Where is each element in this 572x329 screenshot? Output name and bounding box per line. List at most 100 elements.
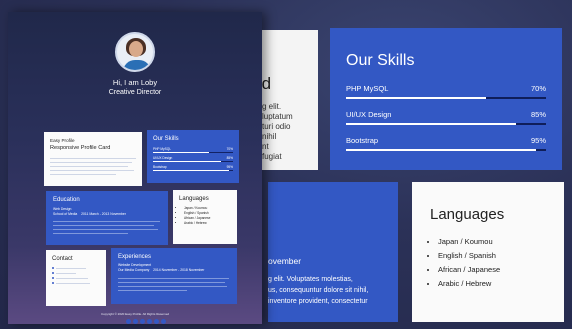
avatar <box>115 32 155 72</box>
footer-copyright: Copyright © 2020 Easy Profile. All Right… <box>100 312 170 316</box>
text-line <box>118 290 187 291</box>
mini-skill-row: Bootstrap 95% <box>153 165 233 174</box>
mini-skill-label: PHP MySQL <box>153 147 172 151</box>
text-line <box>50 162 132 163</box>
language-item: African / Japanese <box>438 265 546 274</box>
mini-languages-list: Japan / Koumou English / Spanish African… <box>179 206 231 226</box>
mini-education-card: Education Web Design School of Media 201… <box>46 191 168 245</box>
mini-skills-card: Our Skills PHP MySQL 70% UI/UX Design 85… <box>147 130 239 183</box>
text-line <box>53 221 160 222</box>
text-line <box>56 267 86 269</box>
education-text-fragment: g elit. Voluptates molestias, us, conseq… <box>268 276 369 305</box>
mini-experiences-title: Experiences <box>118 254 152 260</box>
easy-profile-card: Easy Profile Responsive Profile Card <box>44 132 142 186</box>
github-icon[interactable] <box>161 319 166 324</box>
text-line <box>53 225 154 226</box>
skill-label: UI/UX Design <box>346 110 392 119</box>
dribbble-icon[interactable] <box>154 319 159 324</box>
mini-languages-card: Languages Japan / Koumou English / Spani… <box>173 190 237 244</box>
languages-card-large: Languages Japan / Koumou English / Spani… <box>412 182 564 322</box>
avatar-face <box>129 41 143 57</box>
languages-list: Japan / Koumou English / Spanish African… <box>430 237 546 288</box>
mini-skill-percent: 70% <box>226 147 233 151</box>
education-card-large: ovember g elit. Voluptates molestias, us… <box>268 182 398 322</box>
skill-label: PHP MySQL <box>346 84 389 93</box>
avatar-body <box>123 60 151 70</box>
location-icon <box>52 272 54 275</box>
mini-experiences-meta: Our Media Company 2014 November - 2018 N… <box>118 268 230 273</box>
mini-skill-row: UI/UX Design 85% <box>153 156 233 165</box>
profile-role: Creative Director <box>108 89 162 96</box>
contact-row <box>52 281 100 286</box>
skill-label: Bootstrap <box>346 136 379 145</box>
text-line <box>53 229 158 230</box>
mini-education-dates: 2011 March - 2013 November <box>81 212 126 216</box>
skill-row: PHP MySQL 70% <box>346 84 546 106</box>
skill-row: UI/UX Design 85% <box>346 110 546 132</box>
text-line <box>118 278 229 279</box>
mail-icon <box>52 277 54 280</box>
skill-percent: 70% <box>530 84 546 93</box>
mini-skill-row: PHP MySQL 70% <box>153 147 233 156</box>
mini-experiences-company: Our Media Company <box>118 268 150 272</box>
globe-icon <box>52 282 54 285</box>
screenshot-stage: rd g elit. luptatum turi odio nihil nt f… <box>0 0 572 329</box>
skill-row: Bootstrap 95% <box>346 136 546 158</box>
mini-education-school: School of Media <box>53 212 78 216</box>
text-line <box>56 272 76 274</box>
easy-profile-title: Responsive Profile Card <box>50 145 111 151</box>
mini-skill-fill <box>153 161 221 162</box>
skill-fill <box>346 149 536 151</box>
skill-percent: 95% <box>530 136 546 145</box>
language-item: Arabic / Hebrew <box>438 279 546 288</box>
twitter-icon[interactable] <box>133 319 138 324</box>
mini-skill-percent: 85% <box>226 156 233 160</box>
mini-skills-title: Our Skills <box>153 136 179 142</box>
text-line <box>118 282 225 283</box>
text-line <box>118 286 227 287</box>
mini-skill-label: UI/UX Design <box>153 156 173 160</box>
mini-contact-card: Contact <box>46 250 106 306</box>
skill-track <box>346 97 546 99</box>
skills-card-large: Our Skills PHP MySQL 70% UI/UX Design 85… <box>330 28 562 170</box>
text-line <box>50 174 116 175</box>
skills-title: Our Skills <box>346 52 415 69</box>
social-icons <box>126 319 166 324</box>
text-line <box>50 170 134 171</box>
text-line <box>56 277 88 279</box>
text-line <box>50 166 128 167</box>
mini-skill-percent: 95% <box>226 165 233 169</box>
mini-skill-fill <box>153 152 209 153</box>
profile-greeting: Hi, I am Loby <box>112 78 158 87</box>
languages-title: Languages <box>430 206 505 223</box>
easy-profile-label: Easy Profile <box>50 138 75 143</box>
text-line <box>53 233 128 234</box>
mini-experiences-card: Experiences Website Development Our Medi… <box>111 248 237 304</box>
skill-fill <box>346 97 486 99</box>
skill-percent: 85% <box>530 110 546 119</box>
mini-skill-track <box>153 152 233 153</box>
mini-languages-title: Languages <box>179 196 209 202</box>
profile-card-preview: Hi, I am Loby Creative Director Easy Pro… <box>8 12 262 324</box>
language-item: English / Spanish <box>438 251 546 260</box>
language-item: Japan / Koumou <box>438 237 546 246</box>
mini-skill-track <box>153 161 233 162</box>
mini-skill-label: Bootstrap <box>153 165 167 169</box>
text-line <box>50 158 136 159</box>
skill-track <box>346 123 546 125</box>
education-date-fragment: ovember <box>268 256 302 266</box>
mini-language-item: Arabic / Hebrew <box>184 221 231 226</box>
phone-icon <box>52 267 54 270</box>
mini-education-meta: School of Media 2011 March - 2013 Novemb… <box>53 212 161 217</box>
mini-contact-title: Contact <box>52 256 73 262</box>
instagram-icon[interactable] <box>140 319 145 324</box>
skill-fill <box>346 123 516 125</box>
facebook-icon[interactable] <box>126 319 131 324</box>
mini-skill-track <box>153 170 233 171</box>
linkedin-icon[interactable] <box>147 319 152 324</box>
skill-track <box>346 149 546 151</box>
bg-card-text: g elit. luptatum turi odio nihil nt fugi… <box>262 102 293 161</box>
mini-skill-fill <box>153 170 229 171</box>
mini-experiences-dates: 2014 November - 2018 November <box>153 268 205 272</box>
text-line <box>56 282 90 284</box>
